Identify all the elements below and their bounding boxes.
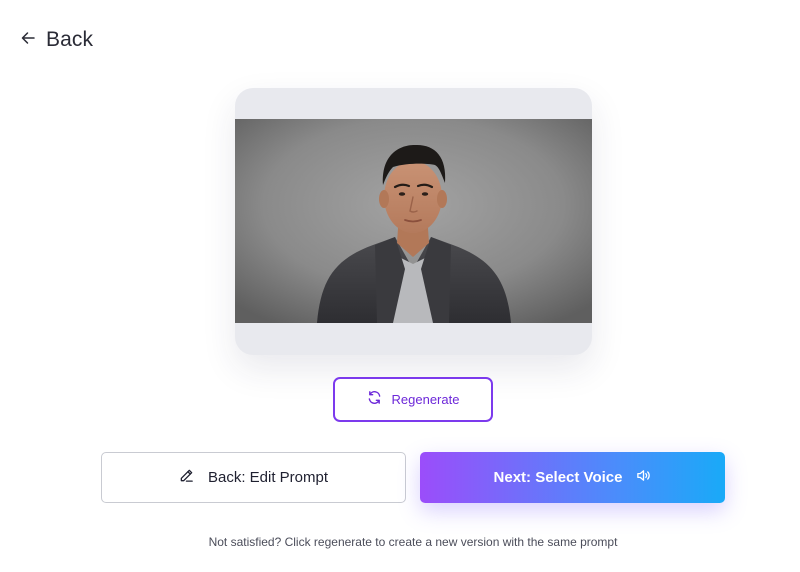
edit-prompt-button[interactable]: Back: Edit Prompt bbox=[101, 452, 406, 503]
next-select-voice-label: Next: Select Voice bbox=[493, 469, 623, 486]
edit-prompt-label: Back: Edit Prompt bbox=[207, 469, 329, 486]
refresh-icon bbox=[367, 390, 382, 410]
page: Back Regenerate Back: Edit Prompt Next: … bbox=[0, 0, 800, 572]
back-link[interactable]: Back bbox=[20, 28, 93, 52]
regenerate-button[interactable]: Regenerate bbox=[333, 377, 493, 422]
speaker-icon bbox=[636, 468, 651, 488]
back-label: Back bbox=[46, 28, 94, 51]
next-select-voice-button[interactable]: Next: Select Voice bbox=[420, 452, 725, 503]
avatar-preview-card bbox=[235, 88, 592, 355]
pencil-icon bbox=[179, 468, 194, 488]
regenerate-label: Regenerate bbox=[391, 392, 460, 407]
regenerate-hint-text: Not satisfied? Click regenerate to creat… bbox=[208, 535, 618, 549]
arrow-left-icon bbox=[20, 30, 36, 51]
avatar-portrait-image bbox=[235, 119, 592, 323]
